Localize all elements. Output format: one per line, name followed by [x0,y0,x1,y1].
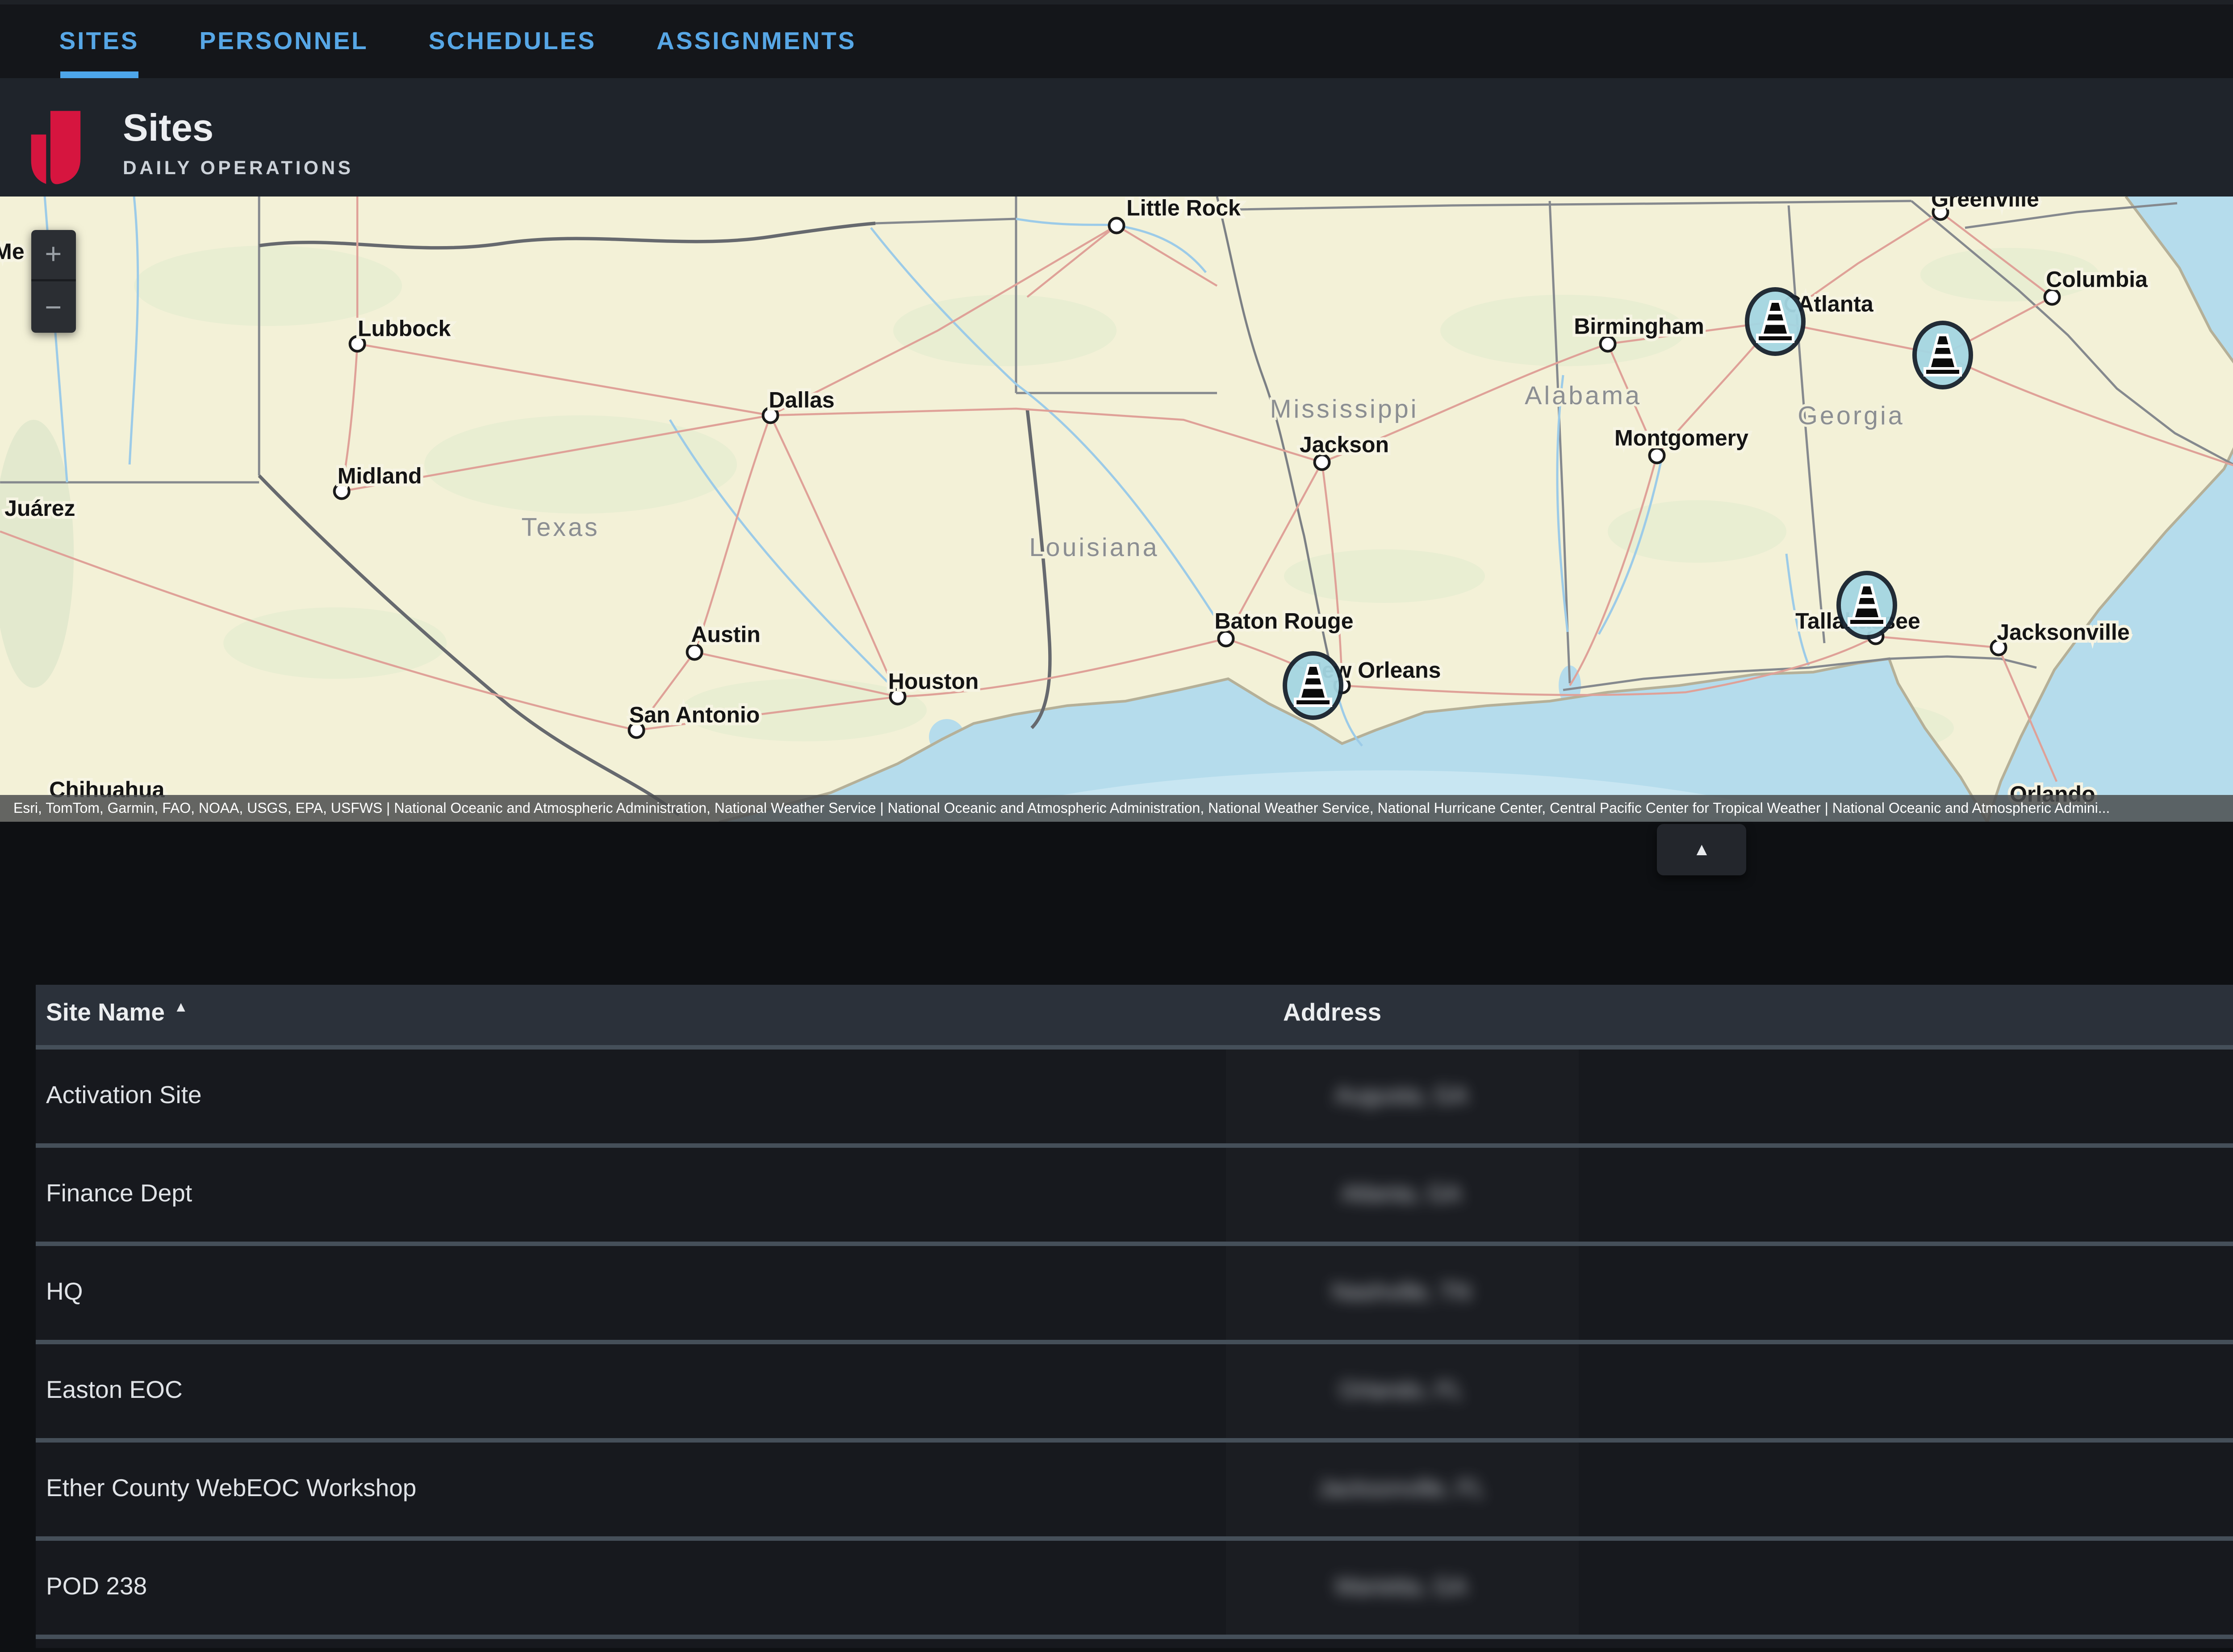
site-marker-cone-icon[interactable] [1747,290,1803,354]
app-window: SITES PERSONNEL SCHEDULES ASSIGNMENTS Sites… [0,0,2233,1652]
top-nav: SITES PERSONNEL SCHEDULES ASSIGNMENTS [0,0,2233,79]
collapse-map-button[interactable]: ▲ [1657,825,1747,876]
juvare-logo-icon [27,109,83,187]
tab-sites[interactable]: SITES [59,4,139,79]
column-header-address[interactable]: Address [1283,1001,1381,1028]
state-label-texas: Texas [522,514,600,542]
state-label-alabama: Alabama [1525,382,1642,410]
nav-tabs: SITES PERSONNEL SCHEDULES ASSIGNMENTS [59,4,857,79]
city-label-lubbock: Lubbock [358,316,451,341]
table-row[interactable]: Easton EOC Orlando, FL POSITIONS (2) SCH… [35,1339,2233,1438]
map-label-juárez: Juárez [4,496,75,521]
city-label-jacksonville: Jacksonville [1997,620,2129,645]
city-label-jackson: Jackson [1300,432,1389,457]
column-header-site-name[interactable]: Site Name ▲ [46,1001,188,1028]
tab-assignments[interactable]: ASSIGNMENTS [657,4,856,79]
site-name-cell: Easton EOC [46,1378,183,1405]
address-cell-blurred: Nashville, TN [1225,1246,1578,1339]
city-label-baton-rouge: Baton Rouge [1215,609,1354,634]
attribution-text: Esri, TomTom, Garmin, FAO, NOAA, USGS, E… [13,801,2233,816]
table-row[interactable]: Finance Dept Atlanta, GA POSITIONS (4) S… [35,1142,2233,1241]
city-dot-little-rock [1109,218,1124,233]
state-label-louisiana: Louisiana [1029,534,1159,562]
city-label-midland: Midland [338,464,422,489]
address-cell-blurred: Orlando, FL [1225,1344,1578,1438]
table-row[interactable]: Ether County WebEOC Workshop Jacksonvill… [35,1438,2233,1536]
city-label-birmingham: Birmingham [1574,314,1704,339]
site-name-cell: HQ [46,1279,83,1306]
zoom-out-button[interactable]: − [30,281,76,332]
address-cell-blurred: Atlanta, GA [1225,1147,1578,1241]
city-label-houston: Houston [888,669,979,694]
tab-personnel[interactable]: PERSONNEL [199,4,368,79]
site-name-header-label: Site Name [46,1001,165,1028]
site-name-cell: Ether County WebEOC Workshop [46,1476,416,1503]
state-label-mississippi: Mississippi [1270,395,1419,424]
map-attribution: Esri, TomTom, Garmin, FAO, NOAA, USGS, E… [0,795,2233,823]
address-cell-blurred: Jacksonville, FL [1225,1443,1578,1536]
table-header-row: Site Name ▲ Address [35,985,2233,1044]
zoom-in-button[interactable]: + [30,230,76,281]
page-header: Sites DAILY OPERATIONS CREATE NEW + SEAR… [0,79,2233,197]
city-label-little-rock: Little Rock [1126,197,1241,221]
address-cell-blurred: Augusta, GA [1225,1049,1578,1142]
page-subtitle: DAILY OPERATIONS [123,157,354,179]
city-label-columbia: Columbia [2046,267,2148,292]
map-zoom-control: + − [30,230,76,332]
partial-next-row [35,1635,2233,1649]
city-label-montgomery: Montgomery [1614,426,1748,451]
state-label-georgia: Georgia [1798,402,1905,431]
chevron-up-icon: ▲ [1693,841,1711,861]
site-name-cell: Activation Site [46,1082,202,1109]
tab-schedules[interactable]: SCHEDULES [429,4,596,79]
address-cell-blurred: Marietta, GA [1225,1541,1578,1635]
page-title: Sites [123,108,213,152]
sites-table: Site Name ▲ Address Activation Site Augu… [35,985,2233,1649]
site-marker-cone-icon[interactable] [1285,654,1341,718]
city-label-atlanta: Atlanta [1798,292,1874,317]
sort-asc-icon: ▲ [174,1003,188,1018]
map-label-me: Me [0,239,25,264]
site-marker-cone-icon[interactable] [1915,323,1971,388]
site-name-cell: Finance Dept [46,1181,192,1208]
city-label-dallas: Dallas [769,388,834,413]
table-row[interactable]: Activation Site Augusta, GA POSITIONS (8… [35,1044,2233,1142]
site-marker-cone-icon[interactable] [1839,573,1895,638]
city-label-austin: Austin [691,622,761,647]
table-row[interactable]: POD 238 Marietta, GA POSITIONS (6) SCHED… [35,1536,2233,1635]
table-row[interactable]: HQ Nashville, TN POSITIONS (30) SCHEDULE… [35,1241,2233,1339]
sites-map[interactable]: Texas Louisiana Mississippi Alabama Georgia B… [0,197,2233,823]
city-label-san-antonio: San Antonio [629,703,760,728]
site-name-cell: POD 238 [46,1575,147,1602]
city-label-greenville: Greenville [1931,197,2039,212]
